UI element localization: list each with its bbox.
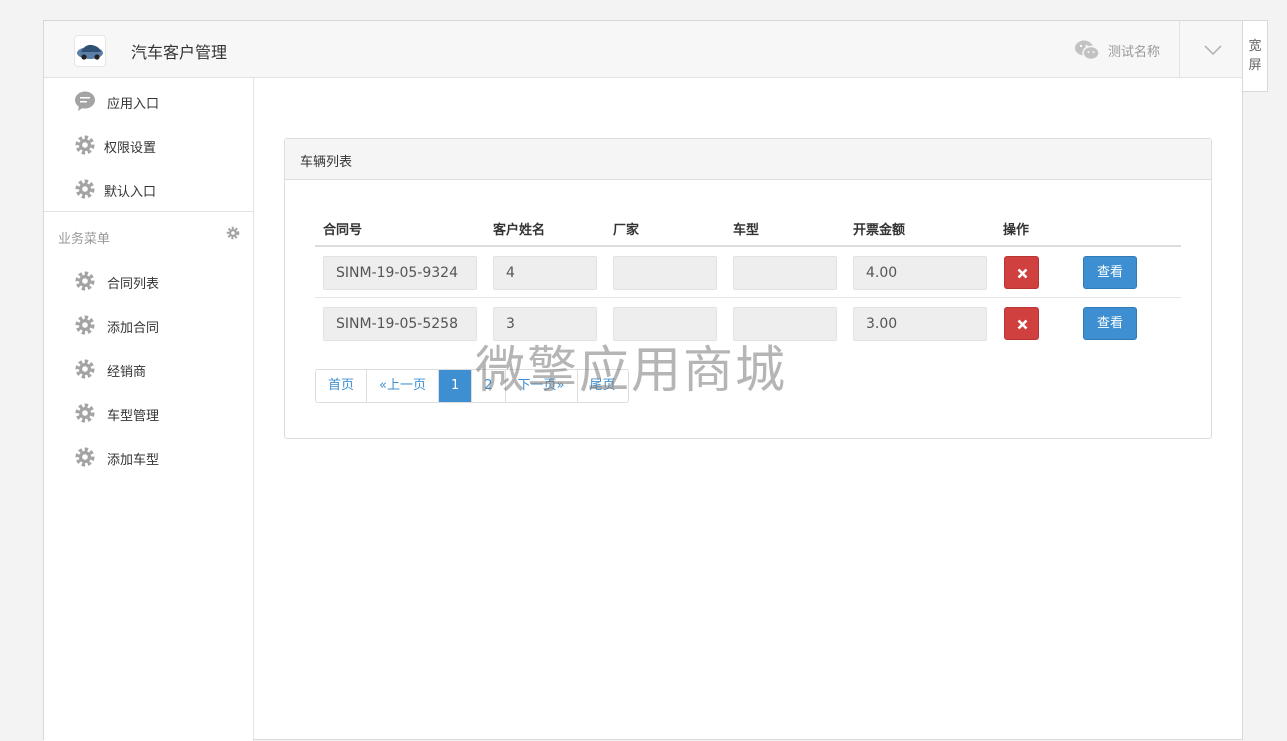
invoice-amount-field[interactable]: 3.00 <box>853 307 987 341</box>
model-field[interactable] <box>733 307 837 341</box>
gear-icon <box>75 447 95 467</box>
table-row: SINM-19-05-5258 3 3.00 查看 <box>315 298 1181 349</box>
app-window: 汽车客户管理 测试名称 应用入口 权限设置 默认入口 业务菜单 合同列表 添加合… <box>43 20 1243 741</box>
sidebar-item-app-entry[interactable]: 应用入口 <box>44 82 253 118</box>
wide-screen-toggle[interactable]: 宽 屏 <box>1243 20 1268 92</box>
sidebar-item-model-management[interactable]: 车型管理 <box>44 394 253 430</box>
pagination: 首页 «上一页 1 2 下一页» 尾页 <box>315 369 629 403</box>
header-divider <box>1179 21 1180 78</box>
view-button[interactable]: 查看 <box>1083 307 1137 340</box>
vehicle-table: 合同号 客户姓名 厂家 车型 开票金额 操作 SINM-19-05-9324 4… <box>315 219 1181 349</box>
chat-bubble-icon <box>75 91 95 111</box>
delete-button[interactable] <box>1004 307 1039 340</box>
sidebar-item-label: 车型管理 <box>107 409 160 424</box>
sidebar-divider <box>44 211 253 212</box>
wide-label: 宽 <box>1248 39 1262 54</box>
customer-name-field[interactable]: 3 <box>493 307 597 341</box>
pager-page-1[interactable]: 1 <box>438 370 473 402</box>
app-logo <box>74 35 106 67</box>
sidebar-item-label: 应用入口 <box>107 97 160 112</box>
sidebar-item-label: 权限设置 <box>104 141 157 156</box>
sidebar-item-label: 添加车型 <box>107 453 160 468</box>
sidebar-item-add-contract[interactable]: 添加合同 <box>44 306 253 342</box>
customer-name-field[interactable]: 4 <box>493 256 597 290</box>
column-header: 客户姓名 <box>493 223 546 238</box>
column-header: 合同号 <box>323 223 363 238</box>
gear-icon <box>75 315 95 335</box>
delete-button[interactable] <box>1004 256 1039 289</box>
sidebar-item-default-entry[interactable]: 默认入口 <box>44 170 253 206</box>
sidebar-item-label: 默认入口 <box>104 185 157 200</box>
sidebar-item-label: 经销商 <box>107 365 147 380</box>
invoice-amount-field[interactable]: 4.00 <box>853 256 987 290</box>
panel-title: 车辆列表 <box>285 139 1211 180</box>
pager-first[interactable]: 首页 <box>316 370 368 402</box>
close-icon <box>1017 268 1028 279</box>
pager-next[interactable]: 下一页» <box>505 370 578 402</box>
pager-prev[interactable]: «上一页 <box>367 370 439 402</box>
sidebar-item-permissions[interactable]: 权限设置 <box>44 126 253 162</box>
column-header: 厂家 <box>613 223 640 238</box>
gear-icon[interactable] <box>226 226 240 240</box>
sidebar-item-contract-list[interactable]: 合同列表 <box>44 262 253 298</box>
pager-page-2[interactable]: 2 <box>472 370 506 402</box>
gear-icon <box>75 359 95 379</box>
gear-icon <box>75 403 95 423</box>
maker-field[interactable] <box>613 307 717 341</box>
sidebar-item-label: 合同列表 <box>107 277 160 292</box>
top-header: 汽车客户管理 测试名称 <box>44 21 1242 78</box>
sidebar-item-dealers[interactable]: 经销商 <box>44 350 253 386</box>
model-field[interactable] <box>733 256 837 290</box>
contract-number-field[interactable]: SINM-19-05-9324 <box>323 256 477 290</box>
vehicle-list-panel: 车辆列表 合同号 客户姓名 厂家 车型 开票金额 操作 SINM-19-05-9… <box>284 138 1212 439</box>
app-title: 汽车客户管理 <box>131 43 228 62</box>
gear-icon <box>75 271 95 291</box>
pager-last[interactable]: 尾页 <box>577 370 628 402</box>
table-header: 合同号 客户姓名 厂家 车型 开票金额 操作 <box>315 219 1181 247</box>
contract-number-field[interactable]: SINM-19-05-5258 <box>323 307 477 341</box>
column-header: 车型 <box>733 223 760 238</box>
gear-icon <box>75 179 95 199</box>
sidebar: 应用入口 权限设置 默认入口 业务菜单 合同列表 添加合同 经销商 车型管理 添… <box>44 78 254 741</box>
wide-label: 屏 <box>1248 58 1262 73</box>
table-row: SINM-19-05-9324 4 4.00 查看 <box>315 247 1181 298</box>
section-label: 业务菜单 <box>58 232 111 247</box>
wechat-icon <box>1075 40 1100 61</box>
maker-field[interactable] <box>613 256 717 290</box>
close-icon <box>1017 319 1028 330</box>
chevron-down-icon[interactable] <box>1202 43 1224 57</box>
column-header: 操作 <box>1003 223 1030 238</box>
sidebar-item-add-model[interactable]: 添加车型 <box>44 438 253 474</box>
sidebar-item-label: 添加合同 <box>107 321 160 336</box>
gear-icon <box>75 135 95 155</box>
account-name[interactable]: 测试名称 <box>1108 41 1160 60</box>
column-header: 开票金额 <box>853 223 906 238</box>
view-button[interactable]: 查看 <box>1083 256 1137 289</box>
